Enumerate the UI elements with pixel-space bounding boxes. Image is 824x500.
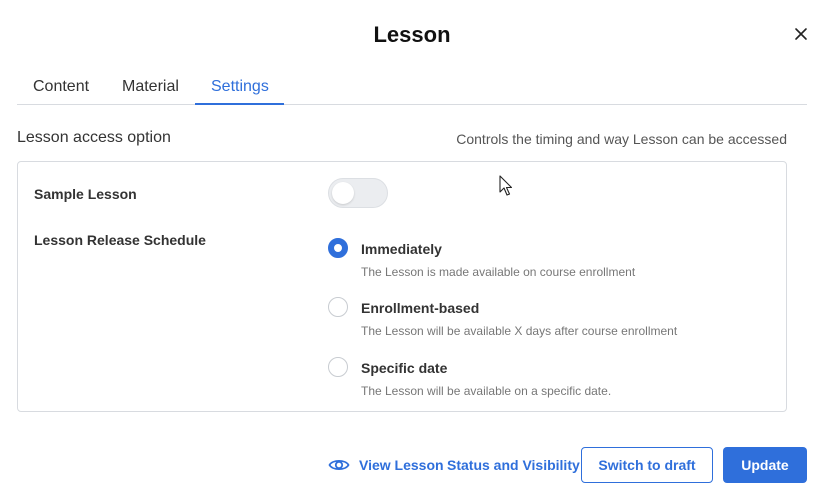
option-immediately[interactable]: Immediately The Lesson is made available… — [328, 237, 708, 287]
toggle-knob — [332, 182, 354, 204]
close-icon — [795, 28, 807, 40]
option-description: The Lesson will be available X days afte… — [361, 324, 678, 338]
eye-icon — [328, 459, 350, 471]
option-label: Immediately — [361, 241, 442, 257]
option-description: The Lesson is made available on course e… — [361, 265, 636, 279]
switch-to-draft-button[interactable]: Switch to draft — [581, 447, 713, 483]
option-label: Specific date — [361, 360, 448, 376]
status-visibility-link[interactable]: Status and Visibility — [447, 447, 580, 483]
close-button[interactable] — [792, 25, 810, 43]
radio-enrollment-based[interactable] — [328, 297, 348, 317]
tab-content[interactable]: Content — [17, 70, 106, 105]
section-title: Lesson access option — [17, 129, 171, 146]
access-options-panel: Sample Lesson Lesson Release Schedule Im… — [17, 161, 787, 412]
option-specific-date[interactable]: Specific date The Lesson will be availab… — [328, 356, 708, 406]
radio-specific-date[interactable] — [328, 357, 348, 377]
dialog-title: Lesson — [373, 22, 451, 47]
section-description: Controls the timing and way Lesson can b… — [456, 131, 787, 147]
radio-immediately[interactable] — [328, 238, 348, 258]
view-lesson-label: View Lesson — [359, 457, 444, 473]
tab-settings[interactable]: Settings — [195, 70, 284, 105]
view-lesson-link[interactable]: View Lesson — [328, 447, 444, 483]
update-button[interactable]: Update — [723, 447, 807, 483]
release-schedule-label: Lesson Release Schedule — [34, 232, 206, 248]
sample-lesson-toggle[interactable] — [328, 178, 388, 208]
option-description: The Lesson will be available on a specif… — [361, 384, 612, 398]
option-enrollment-based[interactable]: Enrollment-based The Lesson will be avai… — [328, 296, 708, 346]
sample-lesson-label: Sample Lesson — [34, 186, 137, 202]
option-label: Enrollment-based — [361, 300, 480, 316]
tab-bar: Content Material Settings — [17, 70, 807, 105]
